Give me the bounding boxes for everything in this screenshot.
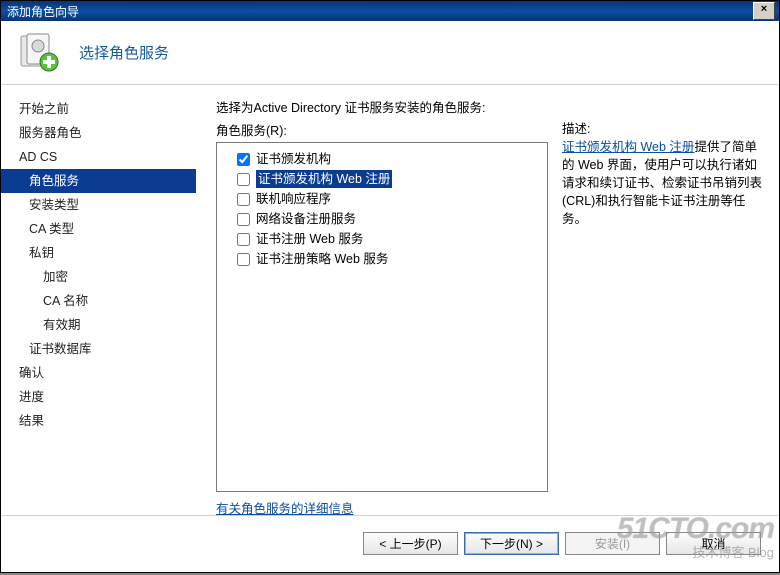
nav-item-6[interactable]: 私钥 <box>1 241 196 265</box>
role-item-4[interactable]: 证书注册 Web 服务 <box>223 229 541 249</box>
main-panel: 选择为Active Directory 证书服务安装的角色服务: 角色服务(R)… <box>196 85 779 515</box>
nav-item-10[interactable]: 证书数据库 <box>1 337 196 361</box>
role-label-4: 证书注册 Web 服务 <box>256 230 363 248</box>
role-checkbox-0[interactable] <box>237 153 250 166</box>
footer: < 上一步(P) 下一步(N) > 安装(I) 取消 <box>1 515 779 571</box>
roles-listbox[interactable]: 证书颁发机构证书颁发机构 Web 注册联机响应程序网络设备注册服务证书注册 We… <box>216 142 548 492</box>
role-checkbox-2[interactable] <box>237 193 250 206</box>
titlebar: 添加角色向导 × <box>1 1 779 21</box>
role-item-0[interactable]: 证书颁发机构 <box>223 149 541 169</box>
role-checkbox-3[interactable] <box>237 213 250 226</box>
nav-item-4[interactable]: 安装类型 <box>1 193 196 217</box>
role-item-2[interactable]: 联机响应程序 <box>223 189 541 209</box>
cancel-button[interactable]: 取消 <box>666 532 761 555</box>
nav-item-7[interactable]: 加密 <box>1 265 196 289</box>
wizard-icon <box>19 32 61 74</box>
role-label-3: 网络设备注册服务 <box>256 210 356 228</box>
prev-button[interactable]: < 上一步(P) <box>363 532 458 555</box>
roles-label: 角色服务(R): <box>216 120 548 139</box>
role-checkbox-1[interactable] <box>237 173 250 186</box>
description-link[interactable]: 证书颁发机构 Web 注册 <box>562 140 694 154</box>
role-item-3[interactable]: 网络设备注册服务 <box>223 209 541 229</box>
nav-item-8[interactable]: CA 名称 <box>1 289 196 313</box>
description-body: 证书颁发机构 Web 注册提供了简单的 Web 界面，使用户可以执行诸如请求和续… <box>562 138 769 228</box>
nav-sidebar: 开始之前服务器角色AD CS角色服务安装类型CA 类型私钥加密CA 名称有效期证… <box>1 85 196 515</box>
install-button: 安装(I) <box>565 532 660 555</box>
header: 选择角色服务 <box>1 21 779 85</box>
window-title: 添加角色向导 <box>7 3 753 20</box>
close-button[interactable]: × <box>753 2 775 20</box>
role-label-0: 证书颁发机构 <box>256 150 331 168</box>
nav-item-13[interactable]: 结果 <box>1 409 196 433</box>
description-heading: 描述: <box>562 120 769 138</box>
role-label-5: 证书注册策略 Web 服务 <box>256 250 388 268</box>
body: 开始之前服务器角色AD CS角色服务安装类型CA 类型私钥加密CA 名称有效期证… <box>1 85 779 515</box>
nav-item-5[interactable]: CA 类型 <box>1 217 196 241</box>
role-checkbox-4[interactable] <box>237 233 250 246</box>
role-label-1: 证书颁发机构 Web 注册 <box>256 170 392 188</box>
prompt-text: 选择为Active Directory 证书服务安装的角色服务: <box>216 97 769 116</box>
nav-item-0[interactable]: 开始之前 <box>1 97 196 121</box>
description-panel: 描述: 证书颁发机构 Web 注册提供了简单的 Web 界面，使用户可以执行诸如… <box>548 120 769 517</box>
nav-item-3[interactable]: 角色服务 <box>1 169 196 193</box>
role-label-2: 联机响应程序 <box>256 190 331 208</box>
next-button[interactable]: 下一步(N) > <box>464 532 559 555</box>
details-link[interactable]: 有关角色服务的详细信息 <box>216 498 354 517</box>
nav-item-9[interactable]: 有效期 <box>1 313 196 337</box>
nav-item-2[interactable]: AD CS <box>1 145 196 169</box>
nav-item-12[interactable]: 进度 <box>1 385 196 409</box>
nav-item-1[interactable]: 服务器角色 <box>1 121 196 145</box>
role-item-5[interactable]: 证书注册策略 Web 服务 <box>223 249 541 269</box>
role-item-1[interactable]: 证书颁发机构 Web 注册 <box>223 169 541 189</box>
nav-item-11[interactable]: 确认 <box>1 361 196 385</box>
wizard-window: 添加角色向导 × 选择角色服务 开始之前服务器角色AD CS角色服务安装类型CA… <box>0 0 780 573</box>
role-checkbox-5[interactable] <box>237 253 250 266</box>
page-title: 选择角色服务 <box>79 42 169 63</box>
